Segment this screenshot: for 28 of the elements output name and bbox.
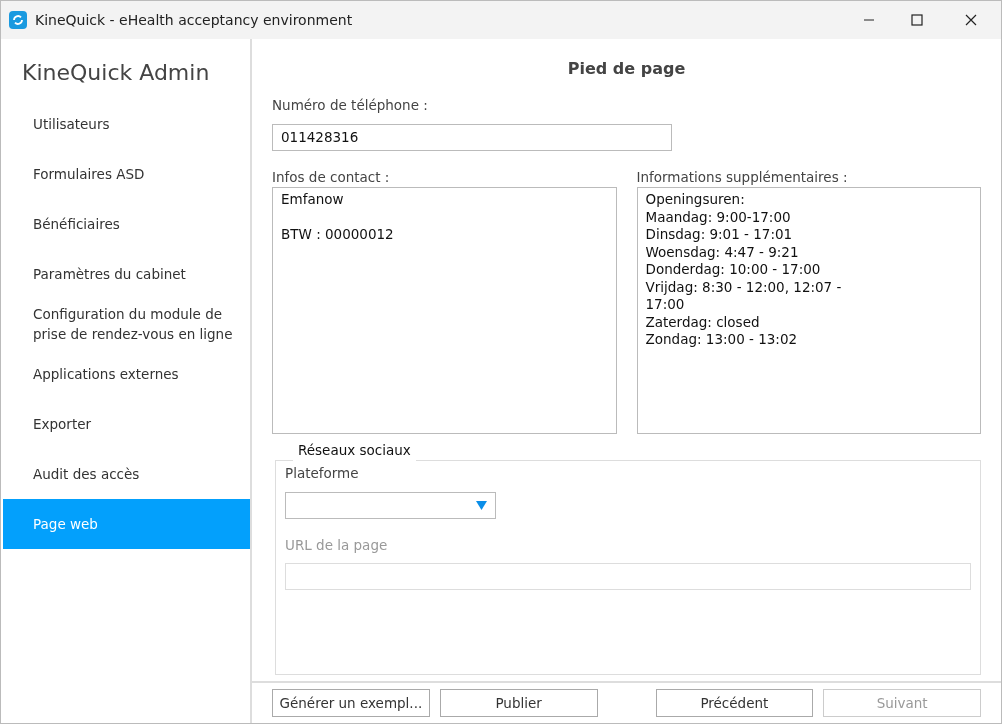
sidebar-item[interactable]: Bénéficiaires — [3, 199, 250, 249]
phone-label: Numéro de téléphone : — [272, 97, 428, 113]
page-title: Pied de page — [566, 58, 687, 80]
sidebar-item[interactable]: Formulaires ASD — [3, 149, 250, 199]
maximize-icon — [911, 14, 923, 26]
window-title: KineQuick - eHealth acceptancy environment — [35, 10, 354, 30]
footer-button[interactable]: Publier — [439, 689, 598, 717]
platform-dropdown[interactable] — [285, 491, 496, 519]
sidebar-item[interactable]: Utilisateurs — [3, 99, 250, 149]
sidebar-item[interactable]: Configuration du module de prise de rendez-vous en ligne — [3, 299, 250, 349]
sidebar-item[interactable]: Audit des accès — [3, 449, 250, 499]
close-icon — [965, 14, 977, 26]
extra-info-field[interactable]: Openingsuren: Maandag: 9:00-17:00 Dinsdag: 9:01 - 17:01 Woensdag: 4:47 - 9:21 Donderdag: 10:00 - 17:00 Vrijdag: 8:30 - 12:00, 12:07 - 17:00 Zaterdag: closed Zondag: 13:00 - 13:02 — [636, 187, 981, 434]
sidebar-item[interactable]: Exporter — [3, 399, 250, 449]
footer-button[interactable]: Générer un exempl... — [272, 689, 430, 717]
sidebar-item[interactable]: Applications externes — [3, 349, 250, 399]
phone-field[interactable]: 011428316 — [272, 123, 672, 151]
group-legend: Réseaux sociaux — [293, 443, 416, 457]
footer-button[interactable]: Précédent — [655, 689, 814, 717]
url-label: URL de la page — [285, 536, 388, 553]
app-logo-icon — [9, 11, 27, 29]
contact-info-label: Infos de contact : — [272, 168, 390, 185]
sidebar-title: KineQuick Admin — [21, 59, 211, 87]
extra-info-label: Informations supplémentaires : — [636, 168, 848, 185]
contact-info-field[interactable]: Emfanow BTW : 00000012 — [272, 187, 617, 434]
sidebar-item[interactable]: Paramètres du cabinet — [3, 249, 250, 299]
dropdown-arrow-icon — [476, 500, 487, 510]
platform-label: Plateforme — [285, 465, 359, 481]
